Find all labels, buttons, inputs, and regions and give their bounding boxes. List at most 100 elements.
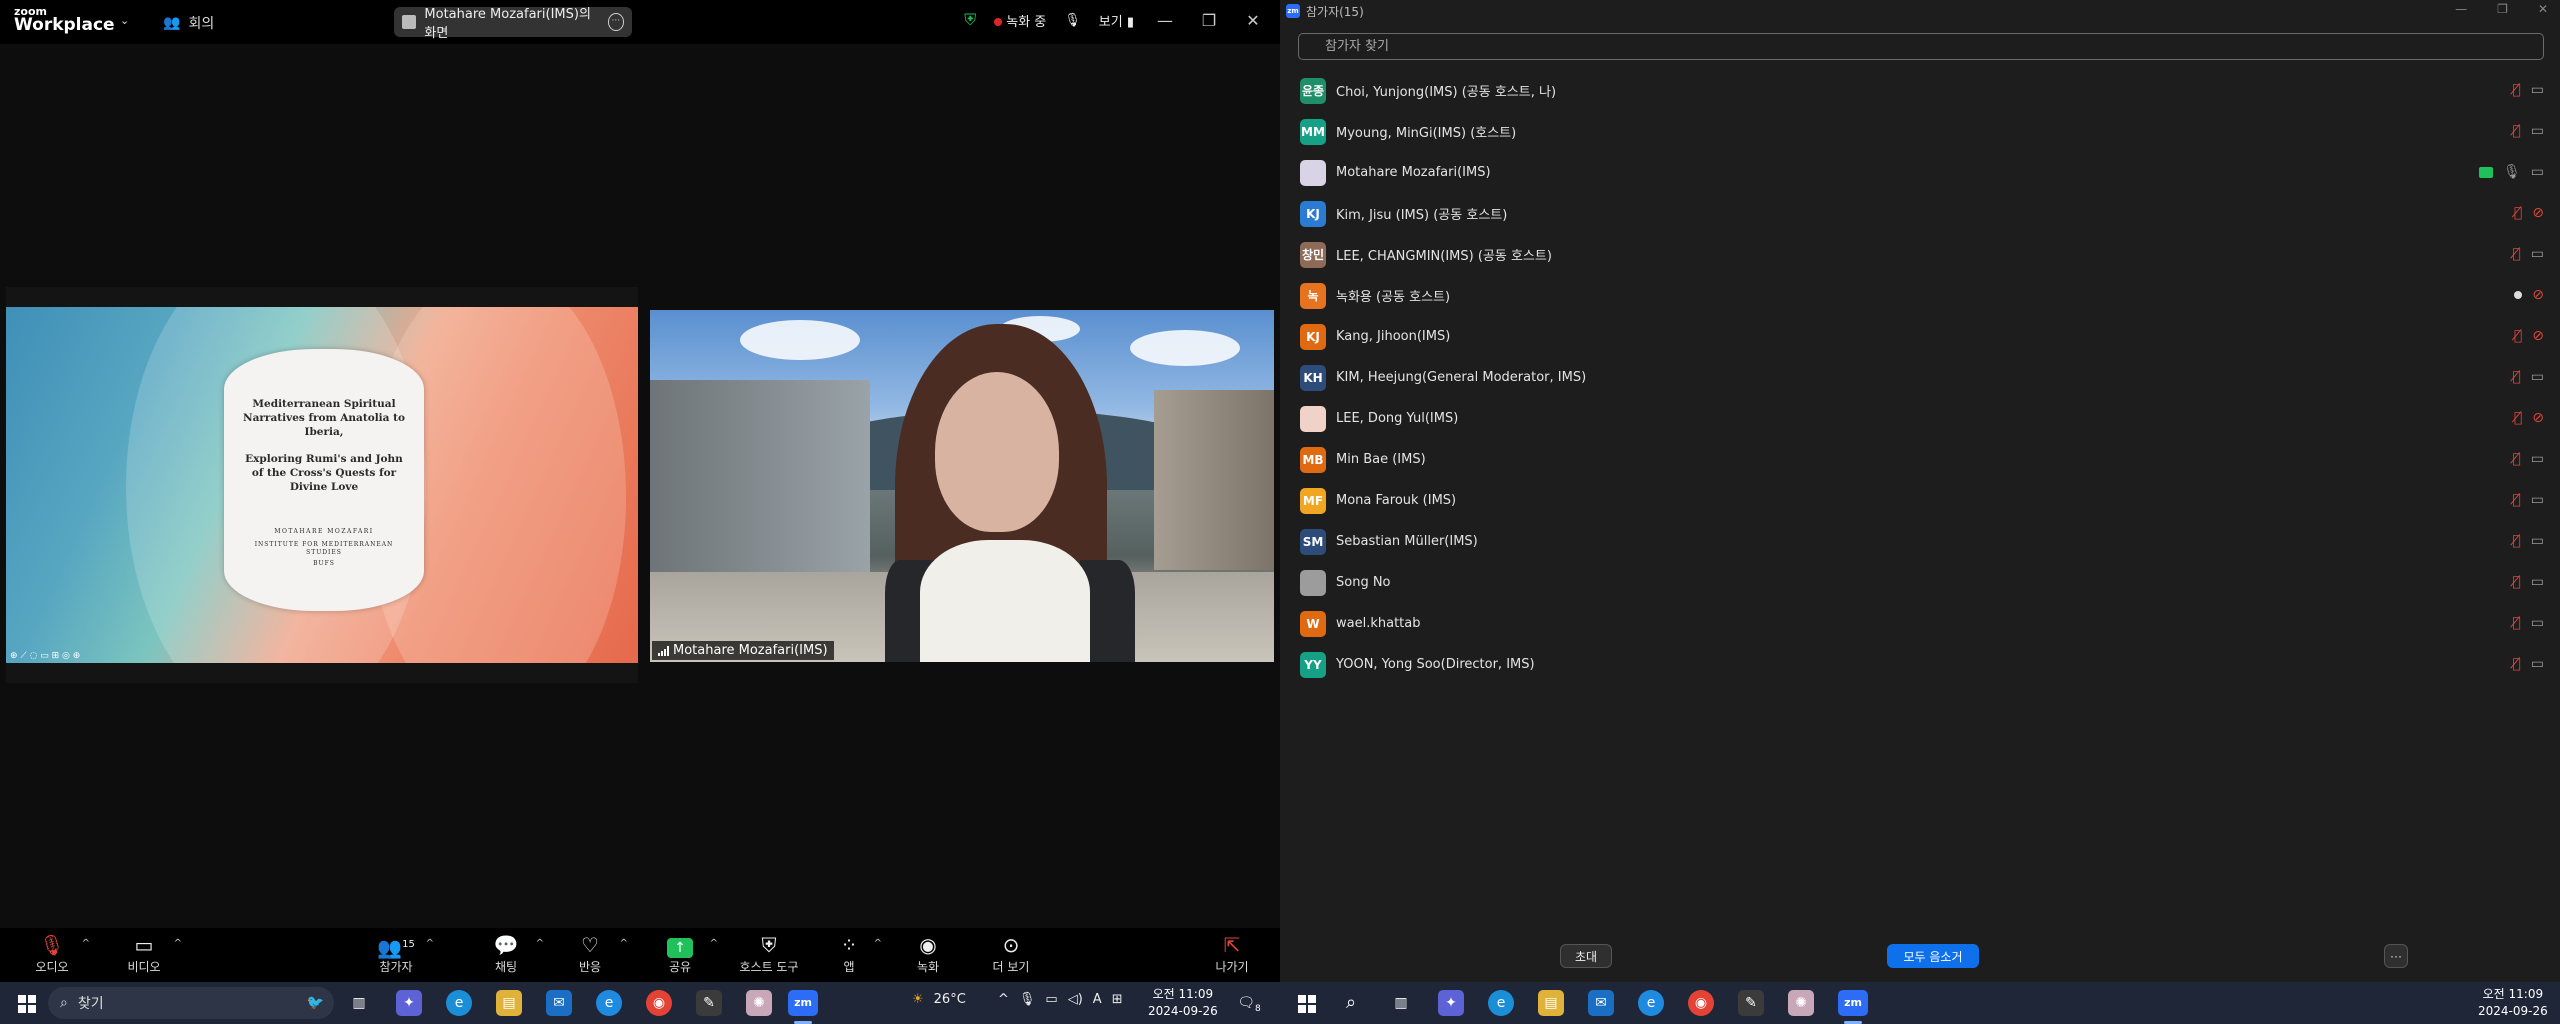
windows-start-icon[interactable]	[1298, 995, 1316, 1013]
mic-icon[interactable]: 🎙	[2503, 164, 2521, 180]
chrome-icon[interactable]: ◉	[1688, 990, 1714, 1016]
participant-row[interactable]: 창민 LEE, CHANGMIN(IMS) (공동 호스트) 🎙̸ ▭	[1280, 234, 2560, 275]
mic-muted-icon[interactable]: 🎙̸	[2512, 82, 2520, 98]
mic-muted-icon[interactable]: 🎙̸	[2512, 533, 2520, 549]
edge-icon[interactable]: e	[1488, 990, 1514, 1016]
slide-controls[interactable]: ⊕ ⟋ ◌ ▭ ⊞ ◎ ⊕	[10, 651, 80, 661]
speaker-video[interactable]: Motahare Mozafari(IMS)	[650, 310, 1274, 662]
chevron-up-icon[interactable]: ^	[710, 938, 718, 949]
mic-muted-icon[interactable]: 🎙̸	[2512, 451, 2520, 467]
camera-icon[interactable]: ▭	[2531, 574, 2544, 590]
chevron-up-icon[interactable]: ^	[620, 938, 628, 949]
participant-row[interactable]: MF Mona Farouk (IMS) 🎙̸ ▭	[1280, 480, 2560, 521]
chevron-up-icon[interactable]: ^	[536, 938, 544, 949]
participant-row[interactable]: LEE, Dong Yul(IMS) 🎙̸ ⊘	[1280, 398, 2560, 439]
ie-icon[interactable]: e	[596, 990, 622, 1016]
close-icon[interactable]: ✕	[1240, 11, 1266, 30]
participant-row[interactable]: Song No 🎙̸ ▭	[1280, 562, 2560, 603]
copilot-icon[interactable]: ✦	[1438, 990, 1464, 1016]
participants-button[interactable]: 👥15 참가자 ^	[376, 932, 434, 975]
camera-off-icon[interactable]: ⊘	[2532, 328, 2544, 344]
windows-start-icon[interactable]	[18, 995, 36, 1013]
participant-row[interactable]: SM Sebastian Müller(IMS) 🎙̸ ▭	[1280, 521, 2560, 562]
audio-connected-icon[interactable]	[2514, 291, 2523, 299]
chevron-up-icon[interactable]: ^	[426, 938, 434, 949]
copilot-icon[interactable]: ✦	[396, 990, 422, 1016]
notification-icon[interactable]: 🗨8	[1236, 990, 1262, 1016]
camera-icon[interactable]: ▭	[2531, 451, 2544, 467]
network-icon[interactable]: ▭	[1045, 992, 1057, 1007]
chevron-up-icon[interactable]: ^	[174, 938, 182, 949]
camera-icon[interactable]: ▭	[2531, 533, 2544, 549]
restore-icon[interactable]: ❐	[1196, 11, 1222, 30]
mic-muted-icon[interactable]: 🎙̸	[2514, 410, 2522, 426]
mic-muted-icon[interactable]: 🎙̸	[2512, 123, 2520, 139]
restore-icon[interactable]: ❐	[2497, 2, 2508, 16]
more-icon[interactable]: ···	[607, 13, 624, 31]
ime-indicator[interactable]: A	[1093, 992, 1102, 1007]
mic-icon[interactable]: 🎙	[1019, 992, 1036, 1007]
reactions-button[interactable]: ♡ 반응 ^	[570, 932, 628, 975]
audio-button[interactable]: 🎙 오디오 ^	[32, 932, 90, 975]
camera-icon[interactable]: ▭	[2531, 492, 2544, 508]
task-view-icon[interactable]: ▥	[1388, 990, 1414, 1016]
chrome-icon[interactable]: ◉	[646, 990, 672, 1016]
task-view-icon[interactable]: ▥	[346, 990, 372, 1016]
mic-muted-icon[interactable]: 🎙̸	[2512, 492, 2520, 508]
file-explorer-icon[interactable]: ▤	[1538, 990, 1564, 1016]
camera-icon[interactable]: ▭	[2531, 123, 2544, 139]
mic-muted-icon[interactable]: 🎙̸	[2512, 246, 2520, 262]
close-icon[interactable]: ✕	[2538, 2, 2548, 16]
mail-icon[interactable]: ✉	[1588, 990, 1614, 1016]
network-app-icon[interactable]: ✺	[746, 990, 772, 1016]
zoom-taskbar-icon[interactable]: zm	[788, 990, 818, 1016]
camera-icon[interactable]: ▭	[2531, 656, 2544, 672]
mic-muted-icon[interactable]: 🎙̸	[2512, 615, 2520, 631]
mic-muted-icon[interactable]: 🎙̸	[2514, 205, 2522, 221]
camera-off-icon[interactable]: ⊘	[2532, 410, 2544, 426]
mic-muted-icon[interactable]: 🎙̸	[2512, 369, 2520, 385]
mic-muted-icon[interactable]: 🎙̸	[2514, 328, 2522, 344]
chevron-up-icon[interactable]: ^	[874, 938, 882, 949]
camera-off-icon[interactable]: ⊘	[2532, 287, 2544, 303]
mic-muted-icon[interactable]: 🎙̸	[2512, 574, 2520, 590]
minimize-icon[interactable]: —	[1152, 11, 1178, 30]
ie-icon[interactable]: e	[1638, 990, 1664, 1016]
apps-button[interactable]: ⁘ 앱 ^	[834, 932, 882, 975]
record-button[interactable]: ◉ 녹화	[908, 932, 948, 975]
participant-row[interactable]: Wwael.khattab 🎙̸ ▭	[1280, 603, 2560, 644]
video-button[interactable]: ▭ 비디오 ^	[124, 932, 182, 975]
search-icon[interactable]: ⌕	[1338, 990, 1364, 1016]
host-tools-button[interactable]: ⛨ 호스트 도구	[734, 932, 804, 975]
notes-app-icon[interactable]: ✎	[696, 990, 722, 1016]
taskbar-clock[interactable]: 오전 11:09 2024-09-26	[2478, 986, 2548, 1020]
chevron-up-icon[interactable]: ^	[82, 938, 90, 949]
volume-icon[interactable]: ◁)	[1068, 992, 1083, 1007]
minimize-icon[interactable]: —	[2455, 2, 2467, 16]
mic-icon[interactable]: 🎙	[1064, 13, 1081, 28]
chevron-down-icon[interactable]: ⌄	[120, 14, 129, 27]
camera-icon[interactable]: ▭	[2531, 246, 2544, 262]
taskbar-clock[interactable]: 오전 11:09 2024-09-26	[1148, 986, 1218, 1020]
camera-icon[interactable]: ▭	[2531, 615, 2544, 631]
participant-search-input[interactable]	[1298, 33, 2544, 60]
more-button[interactable]: ⊙ 더 보기	[988, 932, 1034, 975]
tray-chevron-icon[interactable]: ^	[998, 992, 1009, 1007]
chat-button[interactable]: 💬 채팅 ^	[486, 932, 544, 975]
notes-app-icon[interactable]: ✎	[1738, 990, 1764, 1016]
screen-share-banner[interactable]: Motahare Mozafari(IMS)의 화면 ···	[394, 7, 632, 41]
shield-check-icon[interactable]: ⛨	[964, 10, 976, 30]
camera-icon[interactable]: ▭	[2531, 164, 2544, 180]
participant-row[interactable]: MB Min Bae (IMS) 🎙̸ ▭	[1280, 439, 2560, 480]
participant-row[interactable]: YY YOON, Yong Soo(Director, IMS) 🎙̸ ▭	[1280, 644, 2560, 685]
panel-more-button[interactable]: ···	[2384, 944, 2408, 968]
camera-off-icon[interactable]: ⊘	[2532, 205, 2544, 221]
edge-icon[interactable]: e	[446, 990, 472, 1016]
participant-row[interactable]: KJ Kang, Jihoon(IMS) 🎙̸ ⊘	[1280, 316, 2560, 357]
camera-icon[interactable]: ▭	[2531, 369, 2544, 385]
participant-row[interactable]: Motahare Mozafari(IMS) 🎙 ▭	[1280, 152, 2560, 193]
mute-all-button[interactable]: 모두 음소거	[1887, 944, 1979, 968]
share-button[interactable]: ↑ 공유 ^	[660, 932, 718, 975]
leave-button[interactable]: ⇱ 나가기	[1212, 932, 1252, 975]
network-app-icon[interactable]: ✺	[1788, 990, 1814, 1016]
